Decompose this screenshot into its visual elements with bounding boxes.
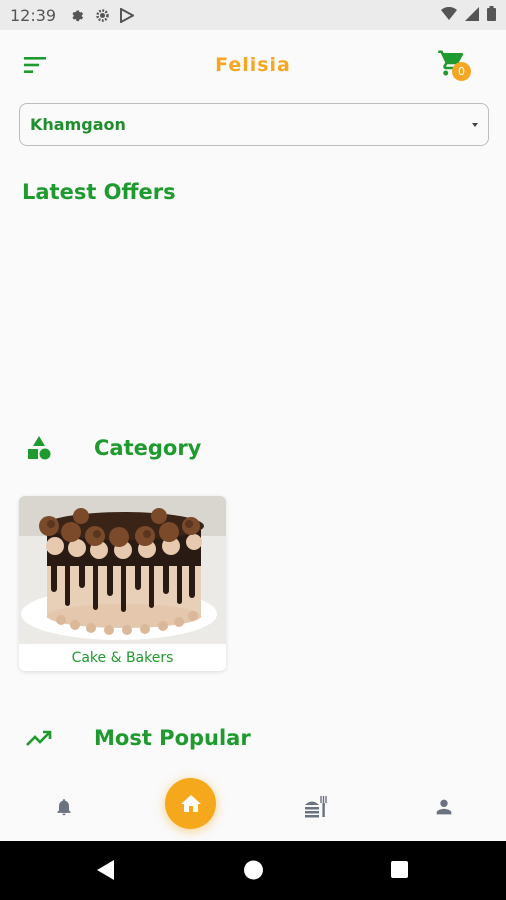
cake-image — [19, 496, 226, 644]
person-icon — [436, 799, 452, 815]
battery-icon — [487, 5, 496, 25]
home-icon — [180, 794, 201, 812]
latest-offers-title: Latest Offers — [22, 180, 176, 204]
settings-gear-icon — [95, 8, 110, 23]
category-card-label: Cake & Bakers — [71, 649, 174, 666]
app-title: Felisia — [215, 54, 291, 76]
home-circle-icon — [244, 860, 263, 880]
shapes-icon — [24, 433, 54, 463]
status-time: 12:39 — [10, 5, 57, 25]
home-system-button[interactable] — [243, 859, 264, 885]
category-title: Category — [94, 436, 202, 460]
settings-gear-icon — [70, 8, 85, 23]
nav-notifications[interactable] — [49, 792, 79, 822]
recents-button[interactable] — [390, 859, 409, 885]
cart-button[interactable]: 0 — [436, 48, 476, 84]
sort-lines-icon — [24, 57, 46, 73]
system-navigation-bar — [0, 841, 506, 900]
signal-icon — [465, 6, 479, 25]
category-header: Category — [24, 433, 201, 463]
category-card[interactable]: Cake & Bakers — [19, 496, 226, 671]
location-dropdown[interactable]: Khamgaon — [19, 103, 489, 146]
nav-profile[interactable] — [429, 792, 459, 822]
bell-icon — [57, 799, 71, 816]
trending-up-icon — [24, 723, 54, 753]
recents-square-icon — [391, 861, 408, 878]
food-icon — [305, 796, 327, 818]
wifi-icon — [441, 6, 457, 25]
location-selected-value: Khamgaon — [30, 115, 126, 134]
nav-menu-food[interactable] — [301, 792, 331, 822]
status-bar: 12:39 — [0, 0, 506, 30]
back-triangle-icon — [97, 860, 114, 880]
app-bar: Felisia 0 — [0, 30, 506, 100]
menu-button[interactable] — [22, 54, 48, 76]
dropdown-caret-icon — [472, 122, 478, 127]
most-popular-header: Most Popular — [24, 723, 251, 753]
app-screen: 12:39 Felisia 0 Khamgaon Latest Offers C… — [0, 0, 506, 900]
back-button[interactable] — [96, 859, 116, 885]
play-store-icon — [120, 7, 135, 23]
most-popular-title: Most Popular — [94, 726, 251, 750]
bottom-navigation — [0, 770, 506, 841]
home-button[interactable] — [165, 778, 216, 829]
cart-count-badge: 0 — [452, 62, 471, 81]
